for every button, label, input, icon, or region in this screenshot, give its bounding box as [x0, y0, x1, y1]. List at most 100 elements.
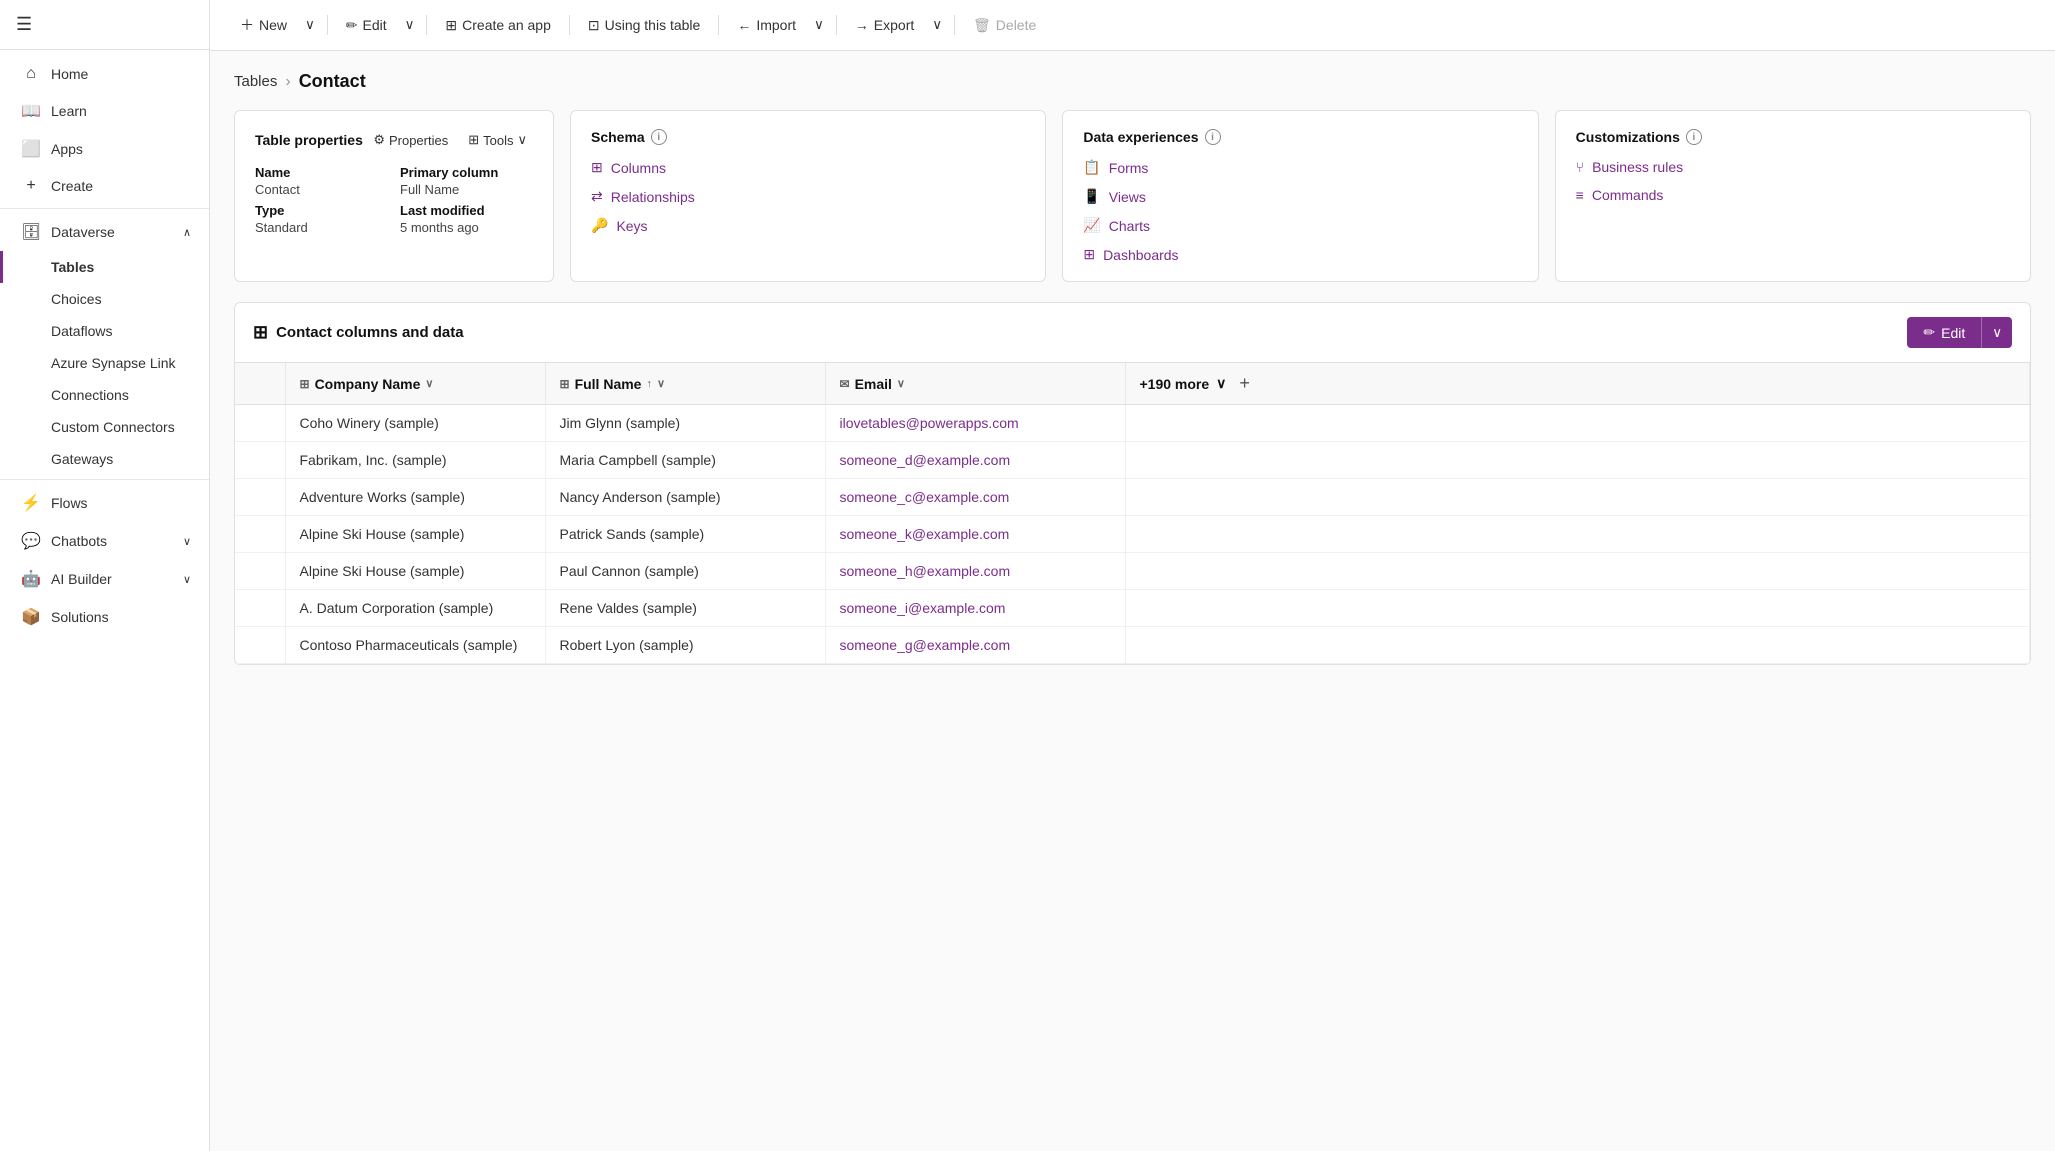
sidebar-item-connections[interactable]: Connections: [0, 379, 209, 411]
sidebar-item-create[interactable]: + Create: [0, 168, 209, 204]
sidebar-item-learn[interactable]: 📖 Learn: [0, 92, 209, 130]
breadcrumb-parent[interactable]: Tables: [234, 73, 277, 90]
edit-data-dropdown-button[interactable]: ∨: [1981, 317, 2012, 348]
edit-dropdown-button[interactable]: ∨: [401, 12, 419, 38]
dataverse-chevron-icon: ∧: [183, 226, 191, 239]
tools-button[interactable]: ⊞ Tools ∨: [462, 129, 533, 151]
export-dropdown-button[interactable]: ∨: [928, 12, 946, 38]
create-app-icon: ⊞: [445, 17, 457, 34]
sidebar-item-custom-connectors[interactable]: Custom Connectors: [0, 411, 209, 443]
col-header-email[interactable]: ✉ Email ∨: [825, 363, 1125, 405]
row-company: A. Datum Corporation (sample): [285, 590, 545, 627]
row-checkbox-cell: [235, 590, 285, 627]
more-cols-chevron-icon: ∨: [1216, 375, 1226, 392]
col-header-checkbox: [235, 363, 285, 405]
sidebar-item-dataflows[interactable]: Dataflows: [0, 315, 209, 347]
new-dropdown-button[interactable]: ∨: [301, 12, 319, 38]
properties-button[interactable]: ⚙ Properties: [367, 129, 454, 151]
add-column-button[interactable]: +: [1231, 373, 1258, 394]
sidebar-item-tables[interactable]: Tables: [0, 251, 209, 283]
fullname-sort-icon: ∨: [657, 377, 665, 390]
keys-link[interactable]: 🔑 Keys: [591, 217, 1025, 234]
using-this-table-button[interactable]: ⊡ Using this table: [578, 12, 710, 39]
customizations-info-icon[interactable]: i: [1686, 129, 1702, 145]
schema-card-title: Schema i: [591, 129, 1025, 145]
create-icon: +: [21, 177, 41, 195]
row-fullname: Maria Campbell (sample): [545, 442, 825, 479]
new-button[interactable]: ＋ New: [230, 10, 297, 40]
sidebar-item-solutions[interactable]: 📦 Solutions: [0, 598, 209, 636]
import-dropdown-button[interactable]: ∨: [810, 12, 828, 38]
table-properties-card: Table properties ⚙ Properties ⊞ Tools ∨: [234, 110, 554, 282]
sidebar-item-gateways[interactable]: Gateways: [0, 443, 209, 475]
row-email: ilovetables@powerapps.com: [825, 405, 1125, 442]
sidebar-item-apps[interactable]: ⬜ Apps: [0, 130, 209, 168]
business-rules-icon: ⑂: [1576, 159, 1584, 175]
row-email: someone_k@example.com: [825, 516, 1125, 553]
tools-chevron-icon: ∨: [517, 132, 527, 148]
sidebar-item-dataverse[interactable]: 🗄 Dataverse ∧: [0, 213, 209, 251]
solutions-icon: 📦: [21, 607, 41, 627]
charts-link[interactable]: 📈 Charts: [1083, 217, 1517, 234]
commands-link[interactable]: ≡ Commands: [1576, 187, 2010, 203]
delete-icon: 🗑: [973, 17, 991, 34]
columns-link[interactable]: ⊞ Columns: [591, 159, 1025, 176]
keys-icon: 🔑: [591, 217, 608, 234]
sidebar-item-azure-synapse[interactable]: Azure Synapse Link: [0, 347, 209, 379]
fullname-sort-asc-icon: ↑: [646, 378, 652, 390]
forms-link[interactable]: 📋 Forms: [1083, 159, 1517, 176]
edit-data-button[interactable]: ✏ Edit: [1907, 317, 1981, 348]
sidebar-item-chatbots[interactable]: 💬 Chatbots ∨: [0, 522, 209, 560]
business-rules-link[interactable]: ⑂ Business rules: [1576, 159, 2010, 175]
type-label: Type: [255, 203, 388, 218]
sidebar-item-choices[interactable]: Choices: [0, 283, 209, 315]
last-modified-value: 5 months ago: [400, 220, 533, 235]
sidebar-item-flows[interactable]: ⚡ Flows: [0, 484, 209, 522]
col-header-fullname[interactable]: ⊞ Full Name ↑ ∨: [545, 363, 825, 405]
col-header-company[interactable]: ⊞ Company Name ∨: [285, 363, 545, 405]
dashboards-icon: ⊞: [1083, 246, 1095, 263]
table-row: Alpine Ski House (sample) Paul Cannon (s…: [235, 553, 2030, 590]
dataverse-icon: 🗄: [21, 222, 41, 242]
toolbar-separator-2: [426, 15, 427, 35]
chatbots-icon: 💬: [21, 531, 41, 551]
create-app-button[interactable]: ⊞ Create an app: [435, 12, 560, 39]
table-row: Contoso Pharmaceuticals (sample) Robert …: [235, 627, 2030, 664]
nav-divider-2: [0, 479, 209, 480]
sidebar-item-ai-builder[interactable]: 🤖 AI Builder ∨: [0, 560, 209, 598]
columns-icon: ⊞: [591, 159, 603, 176]
data-table-body: Coho Winery (sample) Jim Glynn (sample) …: [235, 405, 2030, 664]
delete-button[interactable]: 🗑 Delete: [963, 12, 1046, 39]
row-email: someone_d@example.com: [825, 442, 1125, 479]
row-checkbox-cell: [235, 479, 285, 516]
export-button[interactable]: → Export: [845, 12, 924, 38]
type-value: Standard: [255, 220, 388, 235]
col-header-more[interactable]: +190 more ∨ +: [1125, 363, 2030, 405]
views-link[interactable]: 📱 Views: [1083, 188, 1517, 205]
row-fullname: Rene Valdes (sample): [545, 590, 825, 627]
relationships-link[interactable]: ⇄ Relationships: [591, 188, 1025, 205]
table-header-row: ⊞ Company Name ∨ ⊞ Full Name ↑ ∨: [235, 363, 2030, 405]
property-grid: Name Contact Primary column Full Name Ty…: [255, 165, 533, 235]
breadcrumb: Tables › Contact: [234, 71, 2031, 92]
row-email: someone_c@example.com: [825, 479, 1125, 516]
dashboards-link[interactable]: ⊞ Dashboards: [1083, 246, 1517, 263]
sidebar-item-home[interactable]: ⌂ Home: [0, 56, 209, 92]
schema-info-icon[interactable]: i: [651, 129, 667, 145]
edit-pencil-icon: ✏: [346, 17, 358, 34]
data-experiences-info-icon[interactable]: i: [1205, 129, 1221, 145]
table-row: Adventure Works (sample) Nancy Anderson …: [235, 479, 2030, 516]
views-icon: 📱: [1083, 188, 1100, 205]
data-experiences-card-title: Data experiences i: [1083, 129, 1517, 145]
row-email: someone_i@example.com: [825, 590, 1125, 627]
data-section-header: ⊞ Contact columns and data ✏ Edit ∨: [235, 303, 2030, 363]
edit-data-icon: ✏: [1923, 324, 1935, 341]
hamburger-icon[interactable]: ☰: [16, 14, 32, 34]
edit-button[interactable]: ✏ Edit: [336, 12, 397, 39]
sidebar-top: ☰: [0, 0, 209, 50]
using-table-icon: ⊡: [588, 17, 600, 34]
data-experiences-actions: 📋 Forms 📱 Views 📈 Charts ⊞ Dashboards: [1083, 159, 1517, 263]
toolbar-separator-4: [718, 15, 719, 35]
chatbots-chevron-icon: ∨: [183, 535, 191, 548]
import-button[interactable]: ← Import: [727, 12, 806, 38]
